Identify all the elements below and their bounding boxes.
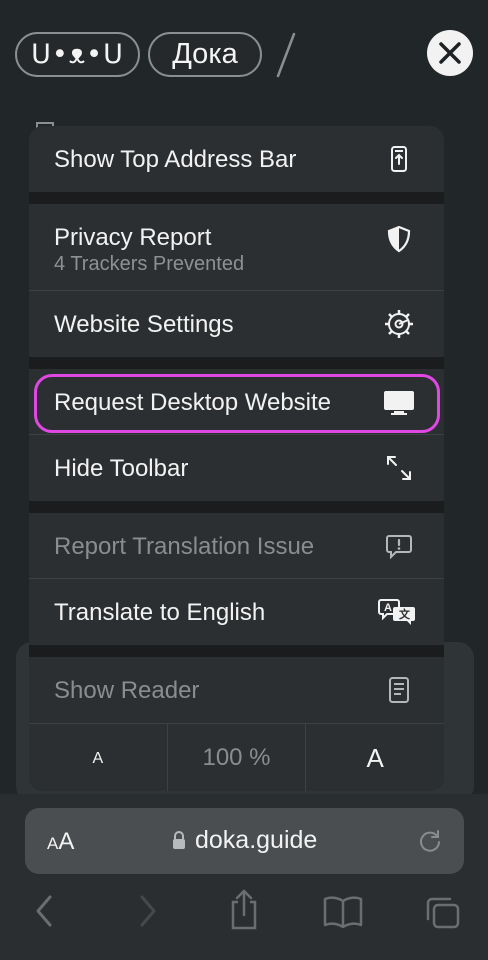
show-top-address-bar-item[interactable]: Show Top Address Bar xyxy=(29,126,444,192)
svg-text:A: A xyxy=(384,602,392,614)
item-label: Request Desktop Website xyxy=(54,389,332,416)
item-label: Show Reader xyxy=(54,677,200,704)
site-logo[interactable]: U•ᴥ•U xyxy=(15,32,140,77)
decrease-text-size-button[interactable]: A xyxy=(29,724,168,791)
tabs-icon[interactable] xyxy=(424,895,462,931)
translate-icon: A 文 xyxy=(378,599,415,625)
site-name-pill[interactable]: Дока xyxy=(148,32,262,77)
shield-icon xyxy=(387,225,411,253)
item-label: Website Settings xyxy=(54,311,234,338)
lock-icon xyxy=(173,831,185,849)
privacy-report-subtitle: 4 Trackers Prevented xyxy=(54,253,245,275)
reset-zoom-button[interactable]: 100 % xyxy=(168,724,307,791)
privacy-report-item[interactable]: Privacy Report xyxy=(29,204,444,291)
show-reader-item[interactable]: Show Reader xyxy=(29,657,444,723)
hide-toolbar-item[interactable]: Hide Toolbar xyxy=(29,435,444,501)
reader-icon xyxy=(389,677,409,703)
item-label: Privacy Report xyxy=(54,224,212,251)
page-menu: Show Top Address Bar Privacy Report Webs… xyxy=(29,126,444,791)
item-label: Translate to English xyxy=(54,599,266,626)
svg-text:文: 文 xyxy=(399,607,411,621)
top-address-bar-icon xyxy=(391,146,407,172)
slash-decoration xyxy=(276,32,296,78)
expand-icon xyxy=(387,456,411,480)
address-bar[interactable]: AA doka.guide xyxy=(25,808,464,874)
forward-icon[interactable] xyxy=(136,893,160,929)
website-settings-item[interactable]: Website Settings xyxy=(29,291,444,357)
item-label: Hide Toolbar xyxy=(54,455,189,482)
close-icon xyxy=(439,42,461,64)
close-button[interactable] xyxy=(427,30,473,76)
desktop-icon xyxy=(384,391,414,415)
bookmarks-icon[interactable] xyxy=(323,895,363,929)
increase-text-size-button[interactable]: A xyxy=(306,724,444,791)
page-settings-button[interactable]: AA xyxy=(47,828,74,856)
gear-icon xyxy=(385,310,413,338)
reload-icon[interactable] xyxy=(417,828,443,854)
translate-to-english-item[interactable]: Translate to English A 文 xyxy=(29,579,444,645)
report-translation-issue-item[interactable]: Report Translation Issue xyxy=(29,513,444,579)
request-desktop-website-item[interactable]: Request Desktop Website xyxy=(29,369,444,435)
text-size-controls: A 100 % A xyxy=(29,723,444,791)
share-icon[interactable] xyxy=(228,888,260,930)
back-icon[interactable] xyxy=(32,893,56,929)
report-bubble-icon xyxy=(386,535,412,560)
item-label: Show Top Address Bar xyxy=(54,146,297,173)
item-label: Report Translation Issue xyxy=(54,533,315,560)
url-text: doka.guide xyxy=(195,826,318,854)
